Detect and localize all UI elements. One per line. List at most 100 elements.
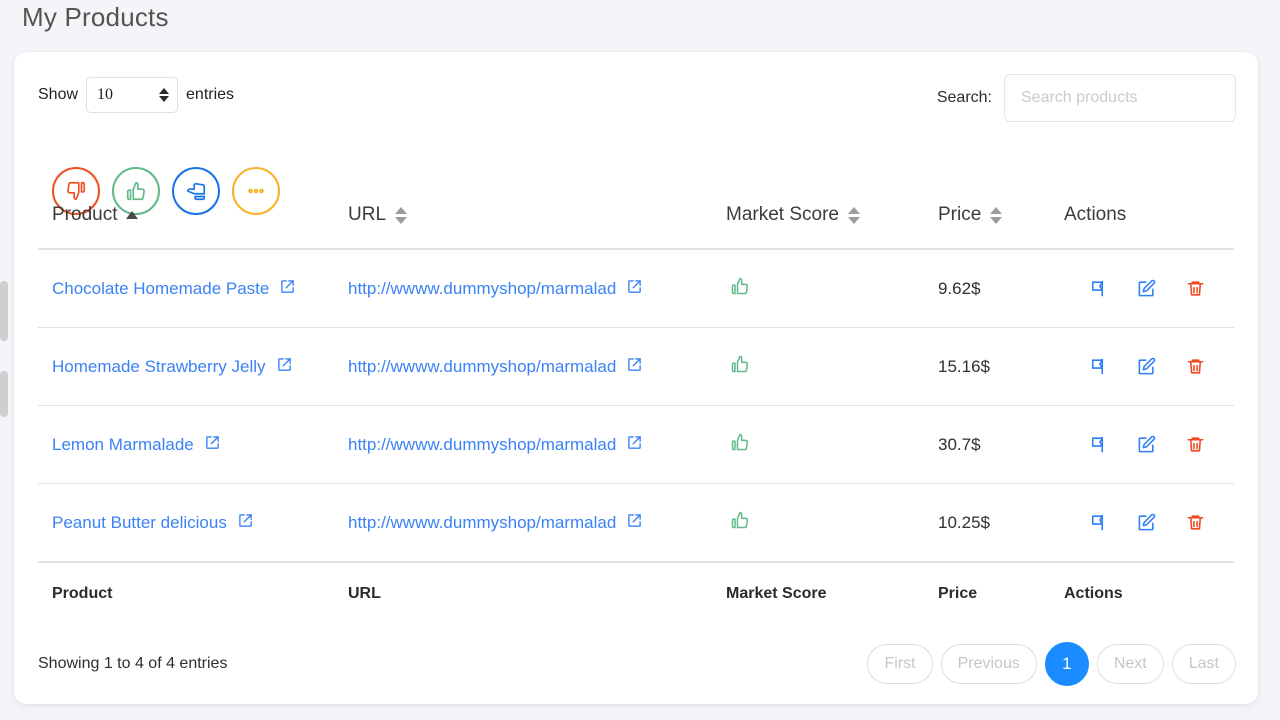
search-label: Search: (936, 89, 992, 106)
thumbs-up-icon (730, 432, 750, 452)
cell-price: 15.16$ (938, 327, 1064, 406)
external-link-icon (280, 279, 295, 299)
product-link[interactable]: Chocolate Homemade Paste (52, 279, 295, 299)
header-url[interactable]: URL (348, 192, 726, 250)
cell-product: Peanut Butter delicious (38, 483, 348, 563)
sort-none-icon (395, 206, 408, 224)
product-link[interactable]: Peanut Butter delicious (52, 513, 253, 533)
entries-label: entries (186, 86, 235, 103)
table-footer-row: Product URL Market Score Price Actions (38, 562, 1234, 603)
cell-product: Chocolate Homemade Paste (38, 249, 348, 328)
header-actions: Actions (1064, 192, 1234, 250)
cell-actions (1064, 249, 1234, 328)
header-url-label: URL (348, 204, 387, 225)
flag-icon[interactable] (1088, 357, 1107, 376)
cell-product: Lemon Marmalade (38, 405, 348, 484)
cell-market-score (726, 483, 938, 563)
external-link-icon (277, 357, 292, 377)
flag-icon[interactable] (1088, 279, 1107, 298)
cell-price: 10.25$ (938, 483, 1064, 563)
header-product-label: Product (52, 204, 118, 225)
product-link[interactable]: Lemon Marmalade (52, 435, 220, 455)
edit-icon[interactable] (1137, 357, 1156, 376)
sort-none-icon (990, 206, 1003, 224)
sort-asc-icon (126, 211, 139, 219)
edit-icon[interactable] (1137, 279, 1156, 298)
search-control: Search: (937, 74, 1236, 122)
products-table: Product URL Market Score Price Actions C… (38, 192, 1234, 603)
product-name: Peanut Butter delicious (52, 512, 227, 532)
number-spinner[interactable] (159, 88, 170, 102)
cell-url: http://wwww.dummyshop/marmalad (348, 483, 726, 563)
flag-icon[interactable] (1088, 435, 1107, 454)
cell-market-score (726, 405, 938, 484)
url-link[interactable]: http://wwww.dummyshop/marmalad (348, 279, 642, 299)
footer-market-score: Market Score (726, 585, 827, 602)
delete-icon[interactable] (1186, 435, 1205, 454)
product-name: Chocolate Homemade Paste (52, 278, 270, 298)
url-link[interactable]: http://wwww.dummyshop/marmalad (348, 357, 642, 377)
table-row: Peanut Butter delicious http://wwww.dumm… (38, 483, 1234, 563)
header-product[interactable]: Product (38, 192, 348, 250)
cell-actions (1064, 405, 1234, 484)
url-text: http://wwww.dummyshop/marmalad (348, 278, 617, 298)
external-link-icon (627, 279, 642, 299)
sort-none-icon (847, 206, 860, 224)
external-link-icon (238, 513, 253, 533)
cell-product: Homemade Strawberry Jelly (38, 327, 348, 406)
url-link[interactable]: http://wwww.dummyshop/marmalad (348, 513, 642, 533)
edit-icon[interactable] (1137, 435, 1156, 454)
length-control: Show 10 entries (38, 77, 234, 113)
url-text: http://wwww.dummyshop/marmalad (348, 434, 617, 454)
url-text: http://wwww.dummyshop/marmalad (348, 512, 617, 532)
scrollbar-thumb-upper[interactable] (0, 281, 8, 341)
delete-icon[interactable] (1186, 279, 1205, 298)
header-market-score[interactable]: Market Score (726, 192, 938, 250)
product-name: Homemade Strawberry Jelly (52, 356, 266, 376)
thumbs-up-icon (730, 276, 750, 296)
thumbs-up-icon (730, 510, 750, 530)
pagination-next[interactable]: Next (1096, 644, 1164, 684)
cell-actions (1064, 327, 1234, 406)
cell-price: 9.62$ (938, 249, 1064, 328)
edit-icon[interactable] (1137, 513, 1156, 532)
header-market-score-label: Market Score (726, 204, 839, 225)
entries-length-value: 10 (97, 86, 114, 103)
url-text: http://wwww.dummyshop/marmalad (348, 356, 617, 376)
pagination-page-1[interactable]: 1 (1044, 642, 1089, 686)
scrollbar-thumb-lower[interactable] (0, 371, 8, 417)
pagination-last[interactable]: Last (1171, 644, 1236, 684)
table-bottom-bar: Showing 1 to 4 of 4 entries First Previo… (38, 642, 1236, 686)
external-link-icon (627, 513, 642, 533)
search-input[interactable] (1004, 74, 1236, 122)
table-row: Lemon Marmalade http://wwww.dummyshop/ma… (38, 405, 1234, 484)
thumbs-up-icon (730, 354, 750, 374)
url-link[interactable]: http://wwww.dummyshop/marmalad (348, 435, 642, 455)
page-title: My Products (22, 2, 169, 32)
cell-url: http://wwww.dummyshop/marmalad (348, 249, 726, 328)
footer-actions: Actions (1064, 585, 1123, 602)
table-toolbar: Show 10 entries Search: Search products (14, 52, 1258, 215)
table-head: Product URL Market Score Price Actions (38, 192, 1234, 250)
flag-icon[interactable] (1088, 513, 1107, 532)
pagination-previous[interactable]: Previous (940, 644, 1037, 684)
external-link-icon (627, 435, 642, 455)
header-actions-label: Actions (1064, 204, 1127, 225)
header-price[interactable]: Price (938, 192, 1064, 250)
pagination-first[interactable]: First (867, 644, 933, 684)
cell-price: 30.7$ (938, 405, 1064, 484)
table-body: Chocolate Homemade Paste http://wwww.dum… (38, 249, 1234, 563)
external-link-icon (205, 435, 220, 455)
delete-icon[interactable] (1186, 513, 1205, 532)
cell-actions (1064, 483, 1234, 563)
external-link-icon (627, 357, 642, 377)
delete-icon[interactable] (1186, 357, 1205, 376)
cell-market-score (726, 249, 938, 328)
spinner-up-icon[interactable] (159, 88, 170, 94)
product-link[interactable]: Homemade Strawberry Jelly (52, 357, 292, 377)
footer-url: URL (348, 585, 381, 602)
cell-market-score (726, 327, 938, 406)
show-label: Show (38, 86, 79, 103)
entries-length-input[interactable]: 10 (86, 77, 179, 113)
spinner-down-icon[interactable] (159, 96, 170, 102)
